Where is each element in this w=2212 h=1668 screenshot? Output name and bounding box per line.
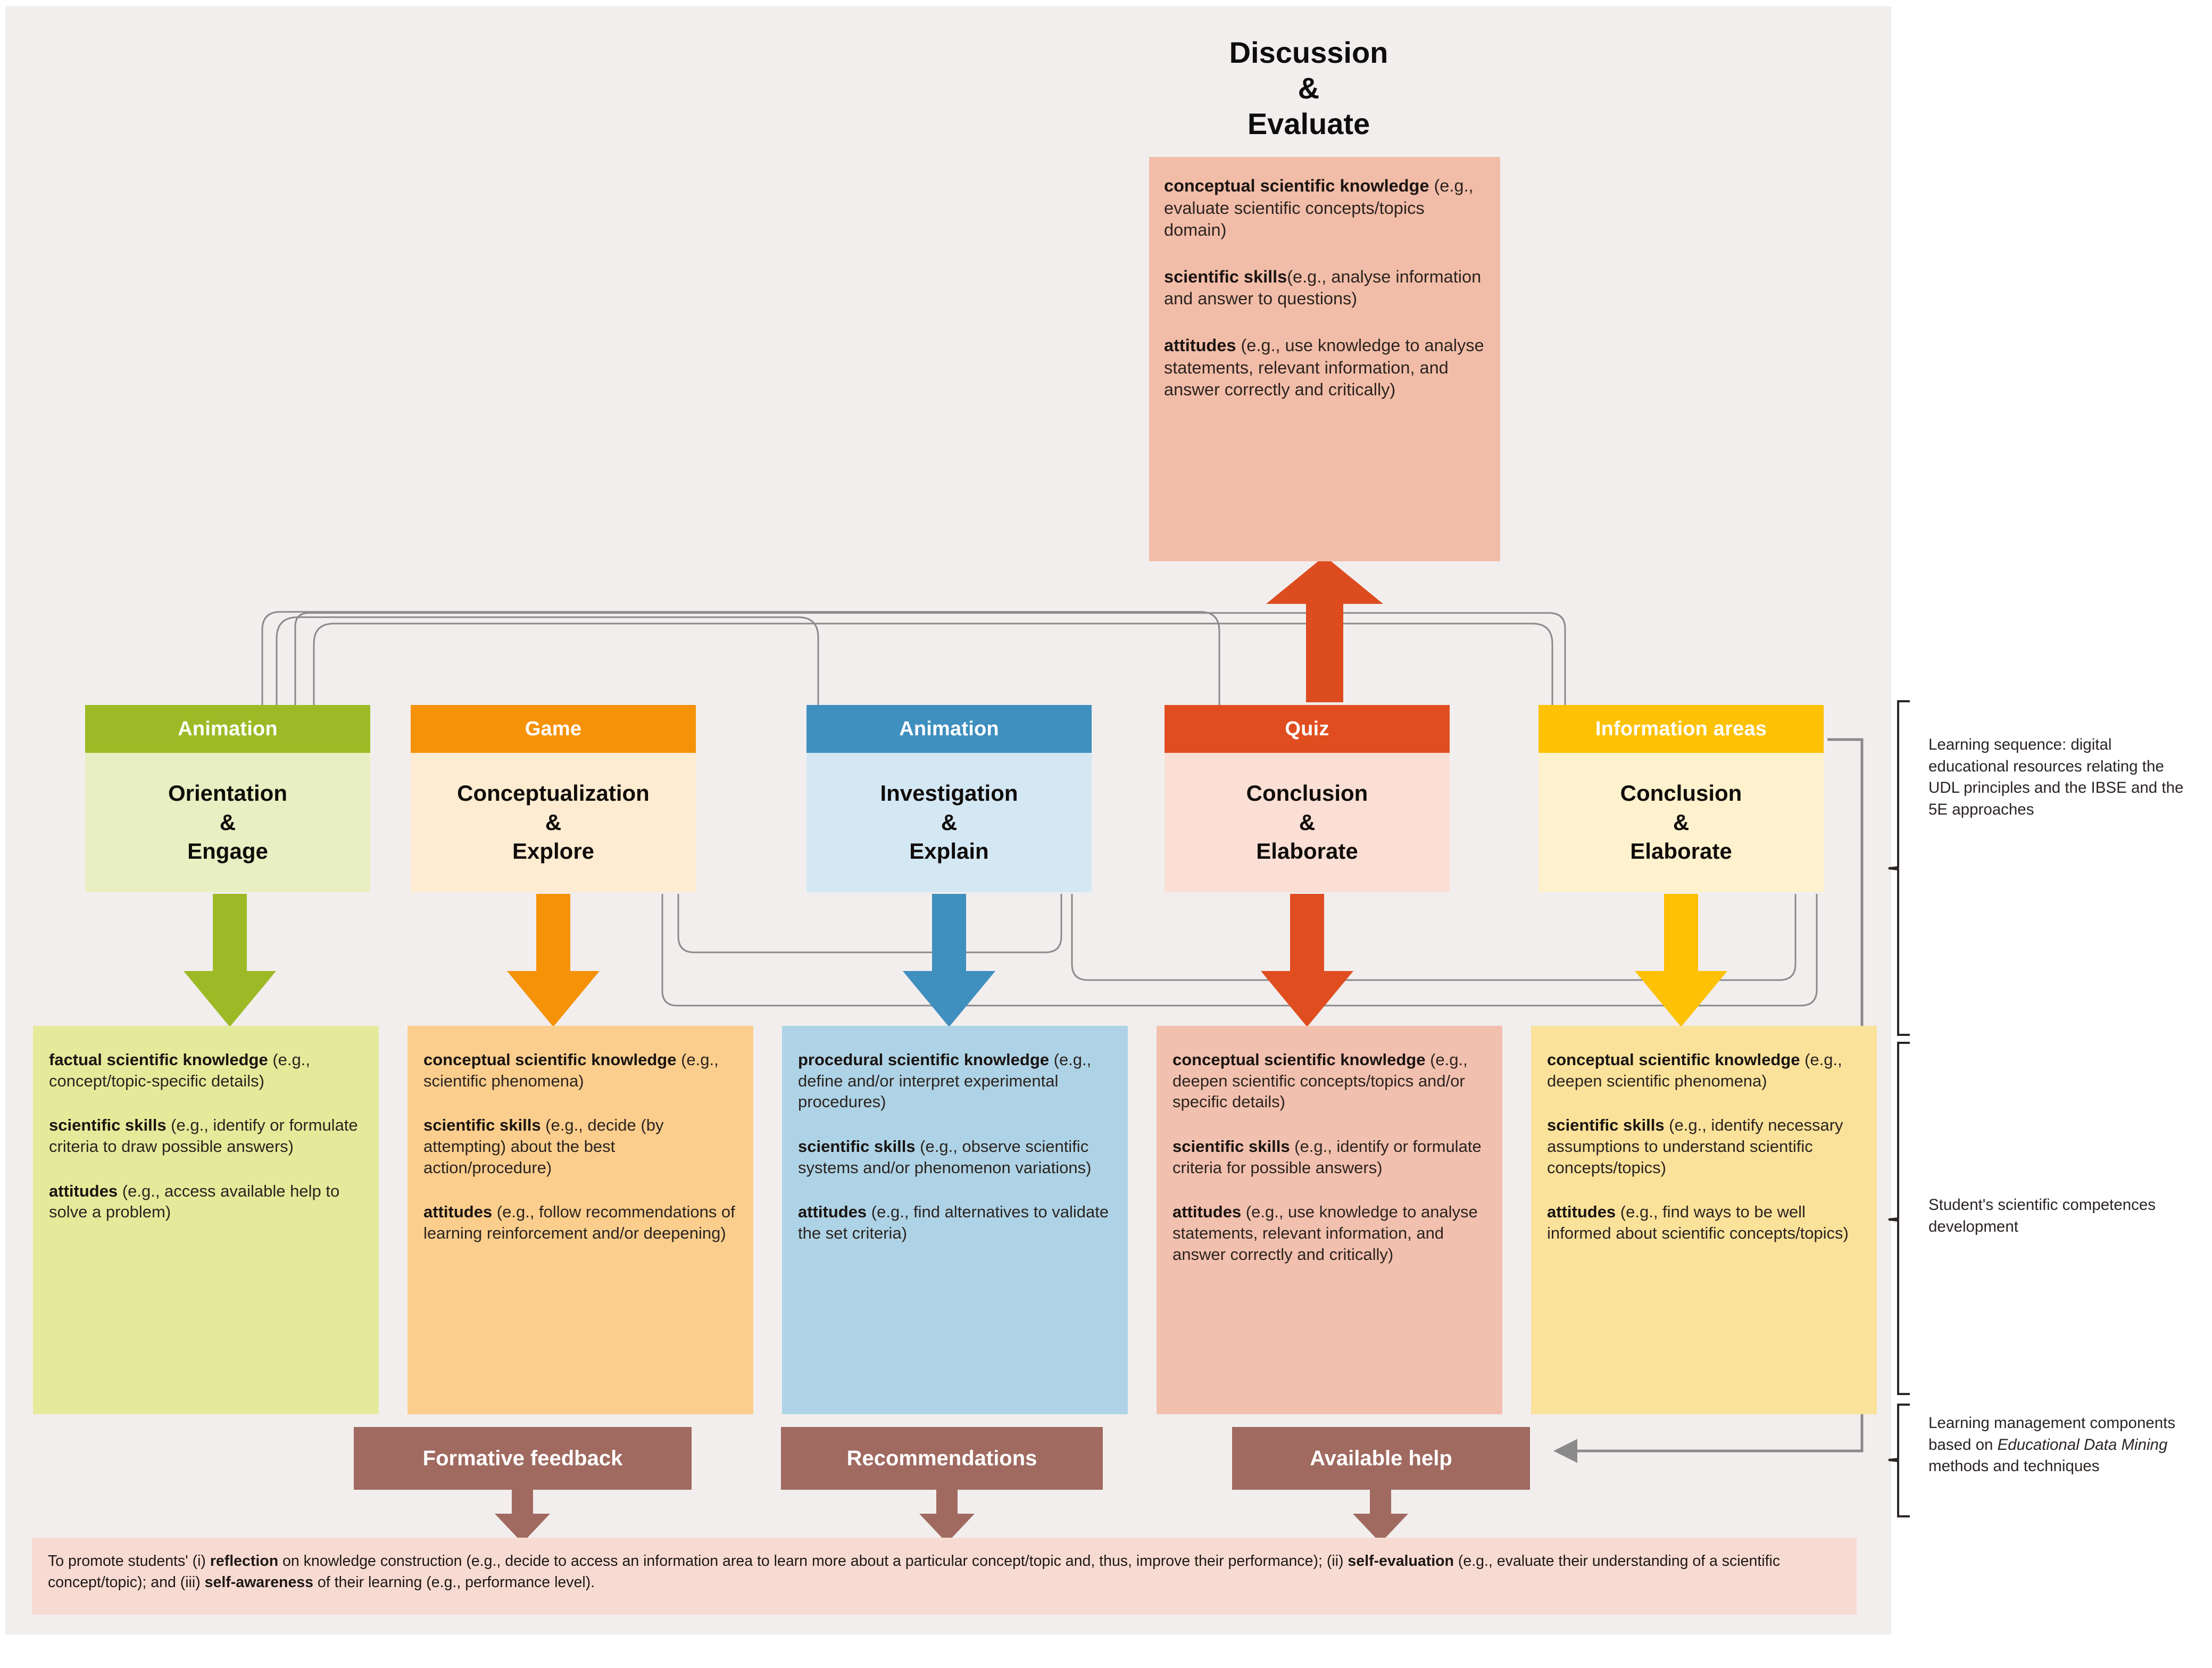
stage-phase-line-3: Engage <box>187 839 268 864</box>
stage-card-game-conceptualization[interactable]: Game Conceptualization & Explore <box>411 705 696 892</box>
competence-skills: scientific skills (e.g., identify necess… <box>1547 1115 1861 1178</box>
competence-attitudes-label: attitudes <box>1547 1202 1616 1222</box>
competence-knowledge-label: conceptual scientific knowledge <box>423 1050 677 1069</box>
stage-phase-line-1: Conclusion <box>1620 781 1742 806</box>
stage-phase-line-1: Conclusion <box>1246 781 1368 806</box>
competence-skills-label: scientific skills <box>49 1116 167 1135</box>
competence-knowledge: conceptual scientific knowledge (e.g., d… <box>1547 1049 1861 1091</box>
footer-bold-reflection: reflection <box>210 1553 279 1570</box>
stage-phase-line-2: & <box>1299 809 1316 835</box>
discussion-knowledge-label: conceptual scientific knowledge <box>1164 176 1429 195</box>
stage-phase-line-3: Explain <box>909 839 989 864</box>
stage-phase-line-3: Elaborate <box>1630 839 1732 864</box>
competence-attitudes-label: attitudes <box>423 1202 493 1222</box>
competence-knowledge-label: conceptual scientific knowledge <box>1172 1050 1426 1069</box>
stage-phase-line-1: Orientation <box>168 781 287 806</box>
competence-knowledge: procedural scientific knowledge (e.g., d… <box>798 1049 1112 1113</box>
footer-seg-1: To promote students' (i) <box>48 1553 210 1570</box>
competence-attitudes-label: attitudes <box>798 1202 867 1222</box>
competence-skills: scientific skills (e.g., identify or for… <box>1172 1136 1486 1178</box>
footer-seg-2: on knowledge construction (e.g., decide … <box>278 1553 1348 1570</box>
competence-box-conclusion-info: conceptual scientific knowledge (e.g., d… <box>1531 1026 1877 1414</box>
annotation-lms-text-2: methods and techniques <box>1928 1457 2100 1475</box>
competence-attitudes: attitudes (e.g., access available help t… <box>49 1181 363 1223</box>
lms-label: Formative feedback <box>422 1446 623 1470</box>
annotation-learning-sequence: Learning sequence: digital educational r… <box>1928 736 2184 819</box>
annotation-lms-italic: Educational Data Mining <box>1997 1435 2168 1454</box>
competence-attitudes-label: attitudes <box>49 1181 118 1200</box>
competence-skills-label: scientific skills <box>1547 1116 1665 1135</box>
competence-skills-label: scientific skills <box>798 1137 916 1156</box>
lms-button-recommendations[interactable]: Recommendations <box>781 1427 1103 1490</box>
stage-phase-line-2: & <box>941 809 958 835</box>
annotation-competences: Student's scientific competences develop… <box>1928 1196 2156 1235</box>
lms-button-available-help[interactable]: Available help <box>1232 1427 1530 1490</box>
competence-box-orientation: factual scientific knowledge (e.g., conc… <box>33 1026 379 1414</box>
stage-phase: Orientation & Engage <box>85 753 370 892</box>
stage-phase-line-1: Investigation <box>880 781 1018 806</box>
stage-card-quiz-conclusion[interactable]: Quiz Conclusion & Elaborate <box>1165 705 1450 892</box>
discussion-attitudes-label: attitudes <box>1164 335 1236 355</box>
competence-attitudes: attitudes (e.g., use knowledge to analys… <box>1172 1201 1486 1265</box>
competence-attitudes: attitudes (e.g., find alternatives to va… <box>798 1201 1112 1243</box>
competence-skills-label: scientific skills <box>423 1116 541 1135</box>
stage-resource-label: Animation <box>806 705 1092 753</box>
competence-knowledge-label: conceptual scientific knowledge <box>1547 1050 1800 1069</box>
stage-phase: Conclusion & Elaborate <box>1539 753 1824 892</box>
stage-resource-label: Animation <box>85 705 370 753</box>
competence-skills: scientific skills (e.g., decide (by atte… <box>423 1115 737 1178</box>
competence-attitudes: attitudes (e.g., follow recommendations … <box>423 1201 737 1243</box>
competence-box-conclusion-quiz: conceptual scientific knowledge (e.g., d… <box>1157 1026 1502 1414</box>
competence-knowledge-label: factual scientific knowledge <box>49 1050 268 1069</box>
competence-attitudes-label: attitudes <box>1172 1202 1242 1222</box>
stage-card-animation-investigation[interactable]: Animation Investigation & Explain <box>806 705 1092 892</box>
discussion-knowledge: conceptual scientific knowledge (e.g., e… <box>1164 175 1485 242</box>
stage-phase-line-2: & <box>1673 809 1690 835</box>
stage-resource-label: Information areas <box>1539 705 1824 753</box>
lms-button-formative-feedback[interactable]: Formative feedback <box>354 1427 692 1490</box>
stage-phase-line-3: Elaborate <box>1256 839 1358 864</box>
title-line-2: & <box>1298 71 1320 105</box>
competence-knowledge: conceptual scientific knowledge (e.g., d… <box>1172 1049 1486 1113</box>
annotation-learning-management: Learning management components based on … <box>1928 1413 2194 1478</box>
stage-phase-line-3: Explore <box>512 839 595 864</box>
stage-card-information-areas-conclusion[interactable]: Information areas Conclusion & Elaborate <box>1539 705 1824 892</box>
title-line-1: Discussion <box>1229 36 1388 69</box>
footer-seg-4: of their learning (e.g., performance lev… <box>313 1574 595 1591</box>
competence-box-investigation: procedural scientific knowledge (e.g., d… <box>782 1026 1128 1414</box>
discussion-skills-label: scientific skills <box>1164 267 1287 286</box>
competence-knowledge-label: procedural scientific knowledge <box>798 1050 1050 1069</box>
lms-label: Recommendations <box>846 1446 1037 1470</box>
competence-knowledge: conceptual scientific knowledge (e.g., s… <box>423 1049 737 1091</box>
competence-skills-label: scientific skills <box>1172 1137 1290 1156</box>
discussion-evaluate-box: conceptual scientific knowledge (e.g., e… <box>1149 157 1500 561</box>
footer-bold-self-awareness: self-awareness <box>204 1574 314 1591</box>
stage-phase: Conclusion & Elaborate <box>1165 753 1450 892</box>
discussion-attitudes: attitudes (e.g., use knowledge to analys… <box>1164 335 1485 401</box>
competence-skills: scientific skills (e.g., observe scienti… <box>798 1136 1112 1178</box>
stage-resource-label: Quiz <box>1165 705 1450 753</box>
stage-phase: Conceptualization & Explore <box>411 753 696 892</box>
competence-box-conceptualization: conceptual scientific knowledge (e.g., s… <box>408 1026 753 1414</box>
discussion-skills: scientific skills(e.g., analyse informat… <box>1164 266 1485 310</box>
stage-resource-label: Game <box>411 705 696 753</box>
diagram-root: Discussion & Evaluate conceptual scienti… <box>0 0 2212 1668</box>
stage-phase-line-2: & <box>545 809 562 835</box>
competence-knowledge: factual scientific knowledge (e.g., conc… <box>49 1049 363 1091</box>
discussion-evaluate-title: Discussion & Evaluate <box>1160 35 1458 142</box>
stage-card-animation-orientation[interactable]: Animation Orientation & Engage <box>85 705 370 892</box>
stage-phase: Investigation & Explain <box>806 753 1092 892</box>
stage-phase-line-2: & <box>219 809 236 835</box>
lms-label: Available help <box>1310 1446 1452 1470</box>
competence-attitudes: attitudes (e.g., find ways to be well in… <box>1547 1201 1861 1243</box>
footer-bold-self-evaluation: self-evaluation <box>1348 1553 1454 1570</box>
competence-skills: scientific skills (e.g., identify or for… <box>49 1115 363 1157</box>
title-line-3: Evaluate <box>1247 107 1370 141</box>
stage-phase-line-1: Conceptualization <box>457 781 650 806</box>
footer-note: To promote students' (i) reflection on k… <box>32 1538 1857 1615</box>
